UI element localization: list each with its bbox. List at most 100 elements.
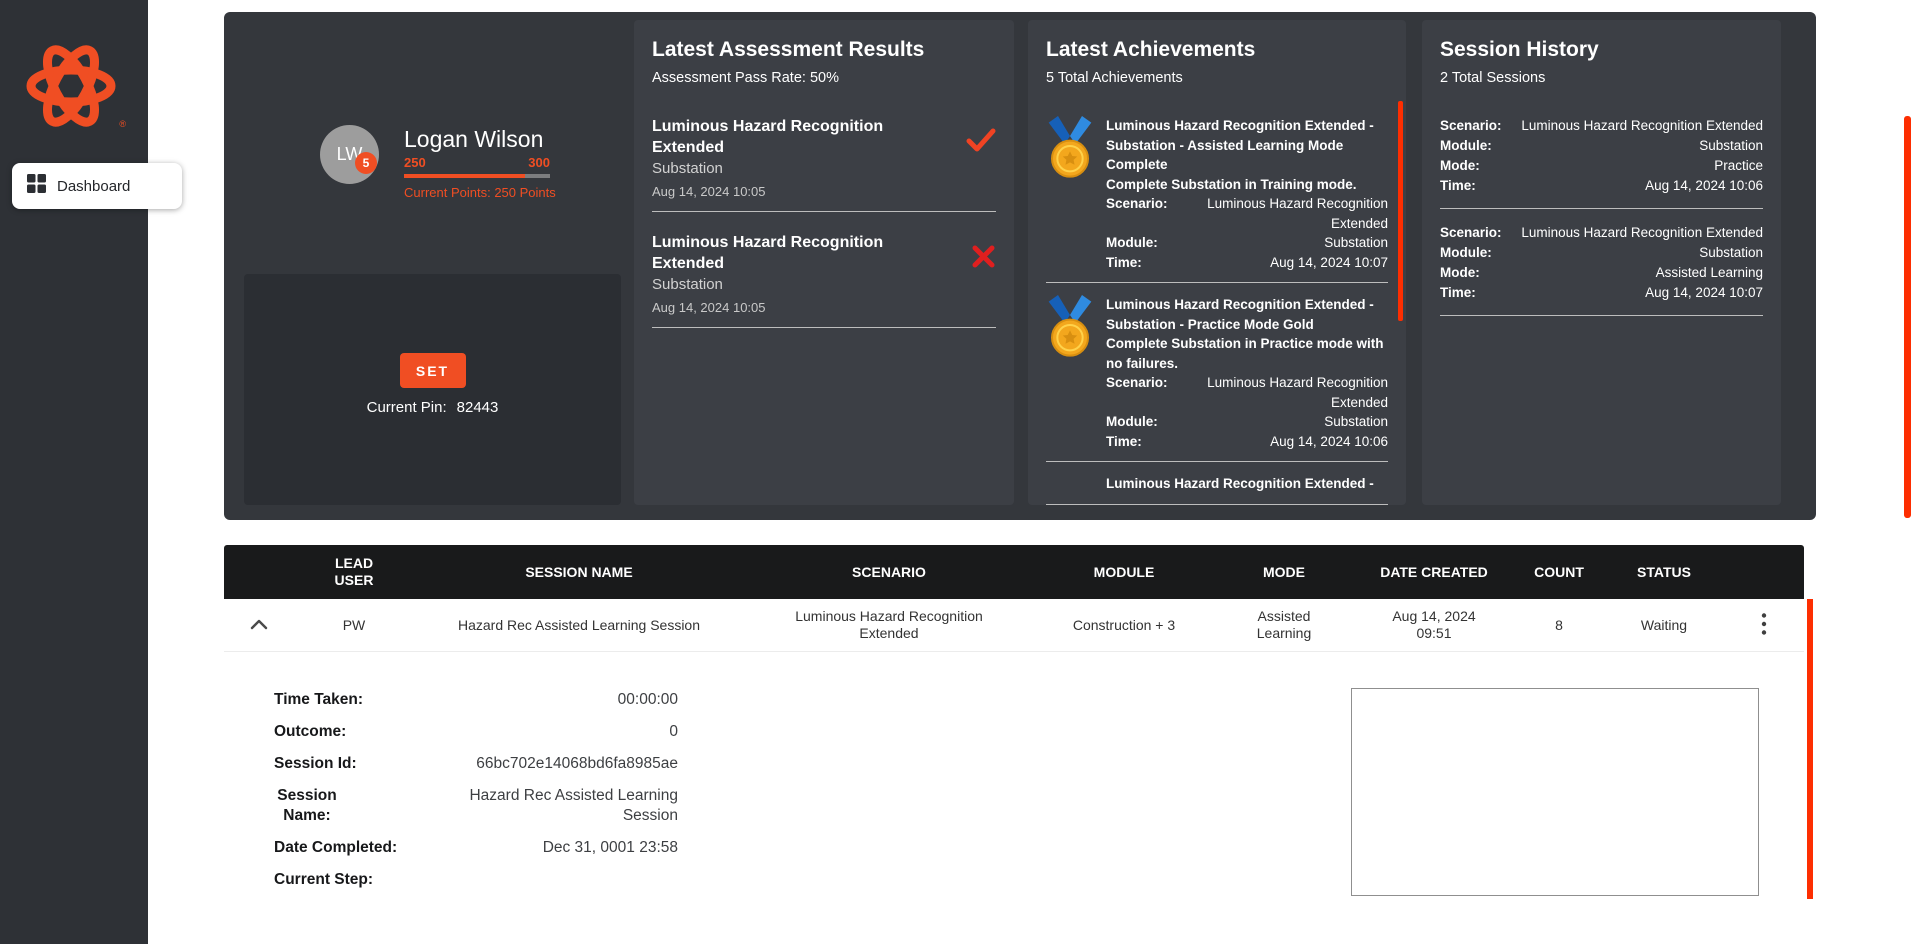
cell-mode: Assisted Learning: [1214, 608, 1354, 642]
pin-card: SET Current Pin: 82443: [244, 274, 621, 505]
time-label: Time:: [1440, 176, 1476, 196]
header-date-created: DATE CREATED: [1354, 564, 1514, 581]
pin-value: 82443: [457, 399, 499, 416]
luminous-logo: ®: [21, 44, 121, 132]
history-time-row: Time: Aug 14, 2024 10:06: [1440, 176, 1763, 196]
achievement-description: Complete Substation in Practice mode wit…: [1106, 334, 1388, 373]
assessment-fail-icon: [971, 232, 996, 315]
achievement-name: Luminous Hazard Recognition Extended -: [1106, 474, 1388, 494]
detail-row: Date Completed: Dec 31, 0001 23:58: [274, 838, 678, 858]
achievement-time-row: Time: Aug 14, 2024 10:07: [1106, 253, 1388, 273]
medal-icon: [1046, 295, 1094, 451]
history-module-row: Module: Substation: [1440, 136, 1763, 156]
points-caption: Current Points: 250 Points: [404, 185, 556, 200]
notes-input-box[interactable]: [1351, 688, 1759, 896]
session-history-title: Session History: [1440, 38, 1763, 62]
sidebar-item-label: Dashboard: [57, 178, 130, 195]
assessment-result-item: Luminous Hazard Recognition Extended Sub…: [652, 116, 996, 212]
assessment-results-title: Latest Assessment Results: [652, 38, 996, 62]
detail-row: Session Id: 66bc702e14068bd6fa8985ae: [274, 754, 678, 774]
module-value: Substation: [1699, 243, 1763, 263]
app-root: ® Dashboard LW 5 Logan Wilson 250 300 Cu…: [0, 0, 1917, 944]
achievement-item-partial: Luminous Hazard Recognition Extended -: [1046, 474, 1388, 505]
assessment-date: Aug 14, 2024 10:05: [652, 184, 917, 199]
sessions-table: LEAD USER SESSION NAME SCENARIO MODULE M…: [224, 545, 1804, 944]
history-scenario-row: Scenario: Luminous Hazard Recognition Ex…: [1440, 223, 1763, 243]
table-scrollbar[interactable]: [1807, 599, 1813, 899]
achievement-name: Luminous Hazard Recognition Extended - S…: [1106, 116, 1388, 175]
dashboard-panel: LW 5 Logan Wilson 250 300 Current Points…: [224, 12, 1816, 520]
assessment-module: Substation: [652, 160, 917, 177]
session-detail-list: Time Taken: 00:00:00 Outcome: 0 Session …: [274, 690, 678, 890]
row-menu-button[interactable]: [1751, 606, 1777, 645]
medal-icon: [1046, 116, 1094, 272]
achievement-scenario-row: Scenario: Luminous Hazard Recognition Ex…: [1106, 373, 1388, 412]
detail-row: Outcome: 0: [274, 722, 678, 742]
history-mode-row: Mode: Practice: [1440, 156, 1763, 176]
set-pin-button[interactable]: SET: [400, 353, 466, 388]
achievement-item: Luminous Hazard Recognition Extended - S…: [1046, 295, 1388, 462]
points-progress-values: 250 300: [404, 155, 550, 170]
history-time-row: Time: Aug 14, 2024 10:07: [1440, 283, 1763, 303]
achievement-item: Luminous Hazard Recognition Extended - S…: [1046, 116, 1388, 283]
time-value: Aug 14, 2024 10:06: [1270, 432, 1388, 452]
mode-value: Practice: [1714, 156, 1763, 176]
header-lead-user: LEAD USER: [294, 555, 414, 589]
assessment-results-card: Latest Assessment Results Assessment Pas…: [634, 20, 1014, 505]
achievements-card: Latest Achievements 5 Total Achievements…: [1028, 20, 1406, 505]
assessment-result-text: Luminous Hazard Recognition Extended Sub…: [652, 232, 917, 315]
sidebar-item-dashboard[interactable]: Dashboard: [12, 163, 182, 209]
achievement-body: Luminous Hazard Recognition Extended - S…: [1106, 116, 1388, 272]
header-status: STATUS: [1604, 564, 1724, 581]
cell-status: Waiting: [1604, 617, 1724, 634]
header-session-name: SESSION NAME: [414, 564, 744, 581]
header-module: MODULE: [1034, 564, 1214, 581]
page-scrollbar[interactable]: [1904, 116, 1911, 518]
assessment-scenario: Luminous Hazard Recognition Extended: [652, 232, 917, 274]
module-label: Module:: [1106, 233, 1158, 253]
header-mode: MODE: [1214, 564, 1354, 581]
assessment-date: Aug 14, 2024 10:05: [652, 300, 917, 315]
achievement-name: Luminous Hazard Recognition Extended - S…: [1106, 295, 1388, 334]
current-pin: Current Pin: 82443: [244, 399, 621, 416]
mode-value: Assisted Learning: [1656, 263, 1763, 283]
achievement-body: Luminous Hazard Recognition Extended -: [1106, 474, 1388, 494]
time-label: Time:: [1106, 432, 1142, 452]
detail-row: Current Step:: [274, 870, 678, 890]
session-history-count: 2 Total Sessions: [1440, 70, 1763, 86]
session-history-card: Session History 2 Total Sessions Scenari…: [1422, 20, 1781, 505]
module-label: Module:: [1440, 136, 1492, 156]
pin-label: Current Pin:: [367, 399, 447, 416]
detail-row: Session Name: Hazard Rec Assisted Learni…: [274, 786, 678, 826]
scenario-value: Luminous Hazard Recognition Extended: [1174, 194, 1388, 233]
table-header-row: LEAD USER SESSION NAME SCENARIO MODULE M…: [224, 545, 1804, 599]
mode-label: Mode:: [1440, 156, 1480, 176]
sidebar: ® Dashboard: [0, 0, 148, 944]
collapse-row-button[interactable]: [240, 612, 278, 639]
cell-lead-user: PW: [294, 617, 414, 634]
assessment-result-text: Luminous Hazard Recognition Extended Sub…: [652, 116, 917, 199]
session-history-item: Scenario: Luminous Hazard Recognition Ex…: [1440, 223, 1763, 316]
achievements-title: Latest Achievements: [1046, 38, 1388, 62]
points-progress-fill: [404, 174, 525, 178]
assessment-result-item: Luminous Hazard Recognition Extended Sub…: [652, 232, 996, 328]
time-label: Time:: [1440, 283, 1476, 303]
achievements-scrollbar[interactable]: [1398, 101, 1403, 321]
scenario-value: Luminous Hazard Recognition Extended: [1521, 116, 1763, 136]
cell-module: Construction + 3: [1034, 617, 1214, 634]
scenario-label: Scenario:: [1440, 223, 1502, 243]
assessment-pass-rate: Assessment Pass Rate: 50%: [652, 70, 996, 86]
scenario-label: Scenario:: [1106, 373, 1168, 412]
points-progress-bar: [404, 174, 550, 178]
scenario-value: Luminous Hazard Recognition Extended: [1174, 373, 1388, 412]
scenario-value: Luminous Hazard Recognition Extended: [1521, 223, 1763, 243]
achievements-count: 5 Total Achievements: [1046, 70, 1388, 86]
scenario-label: Scenario:: [1106, 194, 1168, 233]
luminous-rings-icon: [21, 44, 121, 130]
cell-scenario: Luminous Hazard Recognition Extended: [744, 608, 1034, 642]
header-count: COUNT: [1514, 564, 1604, 581]
history-module-row: Module: Substation: [1440, 243, 1763, 263]
achievement-description: Complete Substation in Training mode.: [1106, 175, 1388, 195]
module-label: Module:: [1106, 412, 1158, 432]
row-detail-panel: Time Taken: 00:00:00 Outcome: 0 Session …: [224, 652, 1804, 944]
